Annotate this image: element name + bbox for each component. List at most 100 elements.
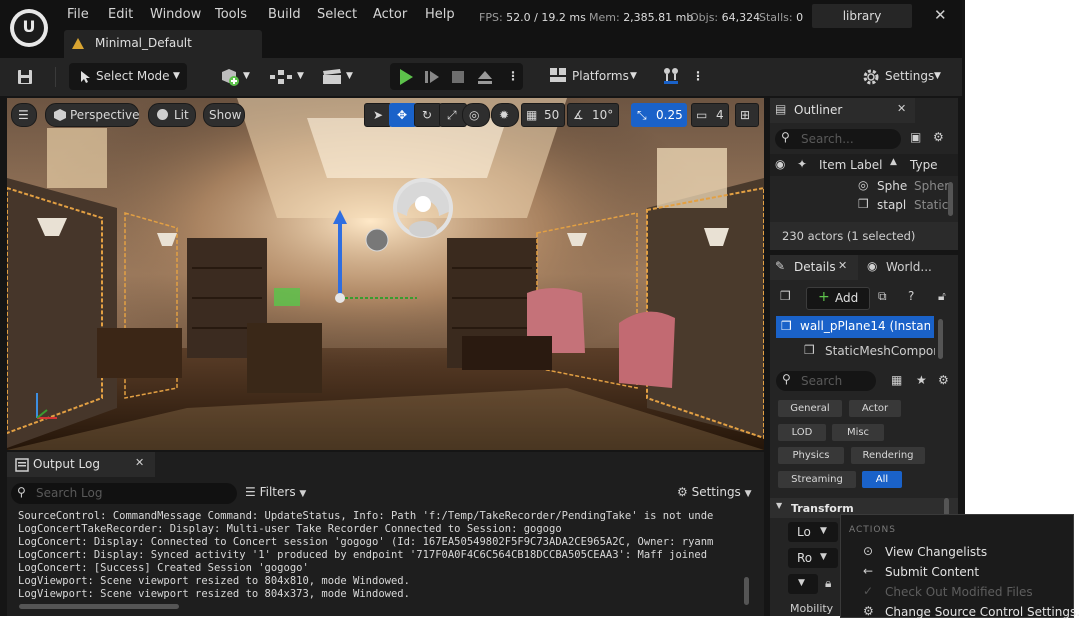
log-line: LogConcert: [Success] Created Session 'g…: [18, 562, 309, 574]
filter-actor[interactable]: Actor: [849, 400, 901, 417]
cinematics-button[interactable]: ▼: [320, 63, 356, 90]
gear-icon[interactable]: ⚙: [933, 130, 944, 144]
filter-misc[interactable]: Misc: [832, 424, 884, 441]
menu-edit[interactable]: Edit: [108, 7, 133, 22]
search-icon: ⚲: [782, 372, 791, 386]
fps-stat: FPS: 52.0 / 19.2 ms: [479, 11, 586, 24]
eye-icon[interactable]: ◉: [775, 157, 785, 171]
camera-speed-button[interactable]: ▭ 4: [691, 103, 729, 127]
menu-select[interactable]: Select: [317, 7, 357, 22]
star-icon[interactable]: ★: [916, 373, 927, 387]
lit-button[interactable]: Lit: [148, 103, 196, 127]
blueprint-convert-icon[interactable]: ⧉: [878, 289, 887, 304]
search-icon: ⚲: [781, 130, 790, 144]
grid-snap-value: 50: [544, 108, 560, 122]
horizontal-scrollbar[interactable]: [19, 604, 179, 609]
settings-dropdown[interactable]: Settings ▼: [860, 63, 948, 90]
blueprint-button[interactable]: ▼: [268, 63, 308, 90]
menu-window[interactable]: Window: [150, 7, 201, 22]
library-tab[interactable]: library: [812, 4, 912, 28]
scale-snap-icon: ⤡: [637, 108, 647, 122]
components-scrollbar[interactable]: [938, 319, 943, 359]
lock-icon[interactable]: 🔓︎: [938, 289, 946, 304]
scale-snap-button[interactable]: ⤡ 0.25: [631, 103, 687, 127]
add-component-button[interactable]: + Add: [806, 287, 870, 310]
filter-physics[interactable]: Physics: [778, 447, 844, 464]
outliner-status-bar: 230 actors (1 selected): [770, 222, 958, 250]
outliner-tab[interactable]: ▤ Outliner ✕: [770, 98, 915, 123]
rotation-dropdown[interactable]: Ro ▼: [788, 548, 838, 568]
outliner-search-input[interactable]: ⚲ Search...: [775, 129, 901, 149]
surface-snap-button[interactable]: ✹: [491, 103, 519, 127]
menu-tools[interactable]: Tools: [215, 7, 247, 22]
change-source-control-settings-item[interactable]: Change Source Control Settings...: [885, 605, 1080, 619]
component-row-selected[interactable]: ❒ wall_pPlane14 (Instance: [776, 316, 934, 338]
gear-icon[interactable]: ⚙: [938, 373, 949, 387]
close-icon[interactable]: ✕: [838, 259, 847, 272]
filter-general[interactable]: General: [778, 400, 842, 417]
log-search-input[interactable]: ⚲ Search Log: [11, 483, 237, 504]
outliner-row[interactable]: ◎ Sphe Spher: [770, 178, 958, 197]
output-log-tab[interactable]: Output Log ✕: [7, 452, 155, 477]
select-tool-button[interactable]: ➤: [364, 103, 392, 127]
log-search-placeholder: Search Log: [36, 486, 103, 500]
filters-dropdown[interactable]: ☰ Filters ▼: [245, 485, 306, 503]
viewport-layout-button[interactable]: ⊞: [735, 103, 759, 127]
level-tab-label: Minimal_Default: [95, 36, 192, 50]
close-icon[interactable]: ✕: [897, 102, 906, 115]
pin-icon[interactable]: ✦: [797, 157, 807, 171]
coordinate-system-button[interactable]: ◎: [462, 103, 490, 127]
submit-content-item[interactable]: Submit Content: [885, 565, 979, 579]
outliner-header: ◉ ✦ Item Label ▲ Type: [770, 154, 958, 176]
show-button[interactable]: Show: [203, 103, 245, 127]
grid-snap-button[interactable]: ▦ 50: [521, 103, 565, 127]
save-button[interactable]: [16, 63, 40, 90]
lit-label: Lit: [174, 108, 189, 122]
scale-dropdown[interactable]: ▼: [788, 574, 818, 594]
add-folder-icon[interactable]: ▣: [910, 130, 921, 144]
filter-all[interactable]: All: [862, 471, 902, 488]
level-viewport[interactable]: ☰ Perspective Lit Show ➤ ✥ ↻ ⤢ ◎ ✹ ▦ 50 …: [7, 98, 764, 450]
more-options-icon[interactable]: ⋮: [692, 63, 704, 90]
details-search-input[interactable]: ⚲ Search: [776, 371, 876, 391]
translate-tool-button[interactable]: ✥: [389, 103, 417, 127]
details-tab[interactable]: ✎ Details ✕: [770, 255, 858, 280]
log-settings-dropdown[interactable]: ⚙ Settings ▼: [677, 485, 752, 503]
static-mesh-icon: ❒: [781, 319, 792, 333]
menu-file[interactable]: File: [67, 7, 89, 22]
filter-streaming[interactable]: Streaming: [778, 471, 856, 488]
clapperboard-icon: [323, 69, 341, 84]
menu-build[interactable]: Build: [268, 7, 301, 22]
filter-rendering[interactable]: Rendering: [851, 447, 925, 464]
location-label: Lo: [797, 525, 811, 539]
main-toolbar: Select Mode ▼ ▼ ▼ ▼ ⋮ Platforms ▼ ⋮ Sett…: [0, 58, 965, 96]
outliner-row[interactable]: ❒ stapl Static: [770, 197, 958, 216]
location-dropdown[interactable]: Lo ▼: [788, 522, 838, 542]
close-icon[interactable]: ✕: [135, 456, 144, 469]
property-matrix-icon[interactable]: ▦: [891, 373, 902, 387]
viewport-options-button[interactable]: ☰: [11, 103, 37, 127]
vertical-scrollbar[interactable]: [744, 577, 749, 605]
unreal-logo[interactable]: U: [10, 9, 48, 47]
perspective-button[interactable]: Perspective: [45, 103, 140, 127]
component-row[interactable]: ❒ StaticMeshCompone: [776, 340, 935, 362]
menu-help[interactable]: Help: [425, 7, 455, 22]
window-close-icon[interactable]: ✕: [934, 6, 947, 24]
outliner-scrollbar[interactable]: [948, 182, 953, 216]
select-mode-dropdown[interactable]: Select Mode ▼: [69, 63, 187, 90]
view-changelists-item[interactable]: View Changelists: [885, 545, 987, 559]
help-icon[interactable]: ?: [908, 289, 914, 303]
lock-icon[interactable]: 🔒︎: [825, 576, 831, 591]
menu-actor[interactable]: Actor: [373, 7, 407, 22]
type-column[interactable]: Type: [910, 158, 938, 172]
filter-lod[interactable]: LOD: [778, 424, 826, 441]
source-control-button[interactable]: [660, 63, 682, 90]
world-settings-tab[interactable]: ◉ World...: [864, 255, 956, 280]
level-tab[interactable]: Minimal_Default: [64, 30, 262, 58]
add-content-button[interactable]: ▼: [218, 63, 254, 90]
angle-snap-button[interactable]: ∡ 10°: [567, 103, 619, 127]
play-options-icon[interactable]: ⋮: [507, 63, 519, 90]
platforms-dropdown[interactable]: Platforms ▼: [548, 63, 640, 90]
rotate-tool-button[interactable]: ↻: [414, 103, 442, 127]
item-label-column[interactable]: Item Label: [819, 158, 883, 172]
